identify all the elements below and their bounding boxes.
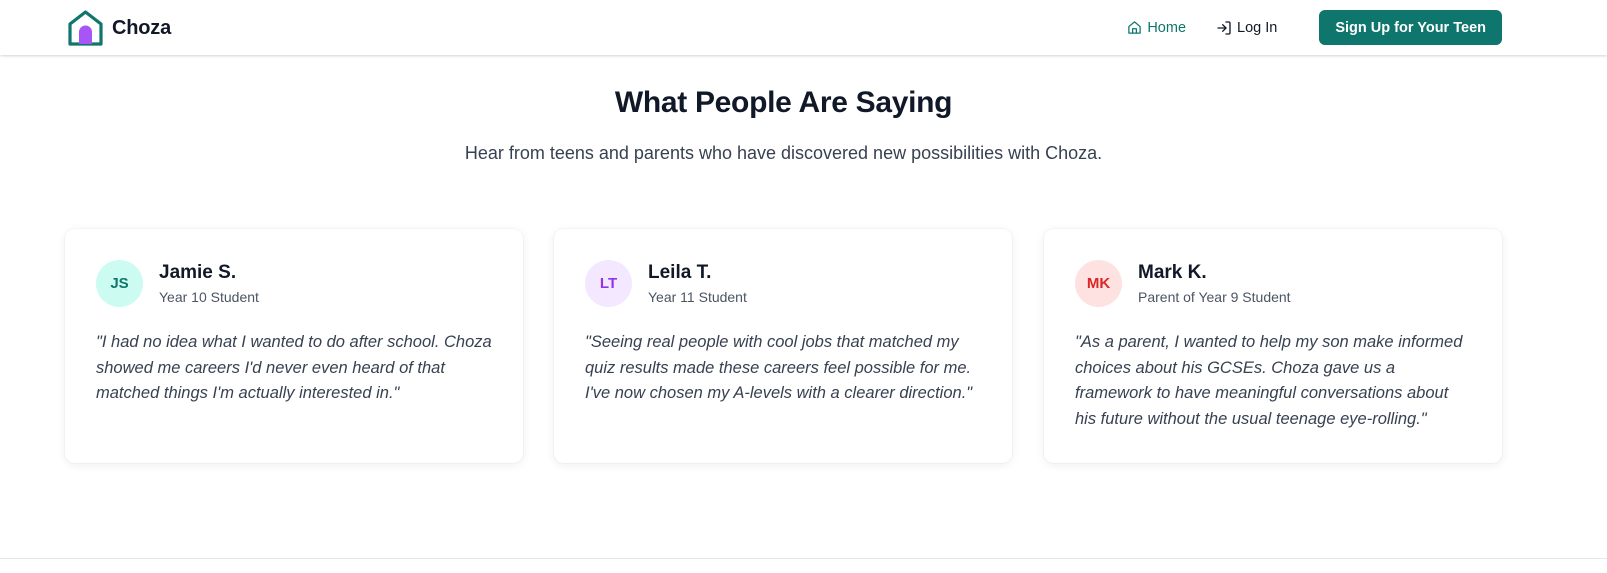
top-navbar: Choza Home Log In Sign Up for Your Teen	[0, 0, 1607, 55]
testimonial-card: JS Jamie S. Year 10 Student "I had no id…	[65, 229, 523, 463]
section-subtitle: Hear from teens and parents who have dis…	[464, 143, 1103, 163]
brand-name: Choza	[112, 16, 172, 39]
avatar: LT	[585, 260, 632, 307]
login-icon	[1217, 20, 1231, 35]
section-title: What People Are Saying	[614, 86, 953, 119]
footer-divider	[0, 558, 1607, 559]
avatar: JS	[96, 260, 143, 307]
person-role: Year 10 Student	[159, 289, 259, 305]
person-role: Parent of Year 9 Student	[1138, 289, 1291, 305]
signup-button[interactable]: Sign Up for Your Teen	[1319, 10, 1502, 45]
testimonial-quote: "I had no idea what I wanted to do after…	[96, 333, 492, 402]
person-name: Jamie S.	[159, 262, 237, 283]
brand-link[interactable]: Choza	[67, 9, 171, 47]
avatar: MK	[1075, 260, 1122, 307]
testimonial-card: MK Mark K. Parent of Year 9 Student "As …	[1044, 229, 1502, 463]
nav-home-label: Home	[1147, 19, 1187, 36]
nav-login-label: Log In	[1237, 19, 1278, 36]
testimonial-quote: "As a parent, I wanted to help my son ma…	[1075, 333, 1463, 428]
nav-links: Home Log In Sign Up for Your Teen	[1127, 10, 1502, 45]
person-role: Year 11 Student	[648, 289, 747, 305]
nav-login-link[interactable]: Log In	[1216, 20, 1277, 36]
testimonial-quote: "Seeing real people with cool jobs that …	[585, 333, 973, 402]
house-logo-icon	[68, 10, 103, 46]
person-name: Leila T.	[648, 262, 712, 283]
home-icon	[1128, 21, 1142, 34]
nav-home-link[interactable]: Home	[1127, 20, 1186, 36]
person-name: Mark K.	[1138, 262, 1207, 283]
testimonial-card: LT Leila T. Year 11 Student "Seeing real…	[554, 229, 1012, 463]
